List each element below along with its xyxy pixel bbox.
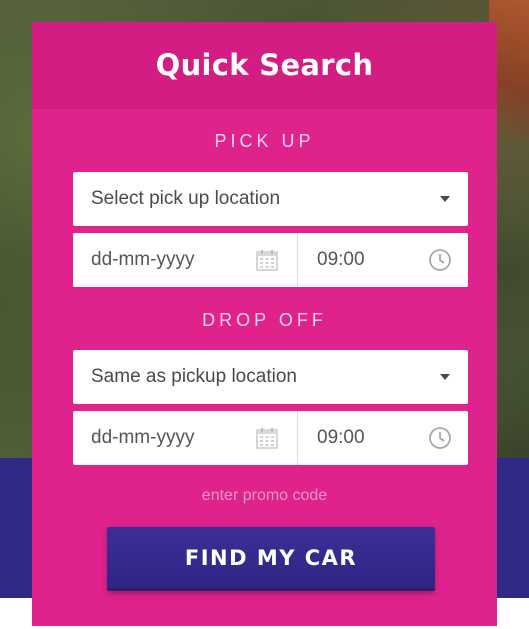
panel-header: Quick Search bbox=[32, 22, 497, 109]
dropoff-date-text: dd-mm-yyyy bbox=[91, 427, 195, 448]
dropoff-location-text: Same as pickup location bbox=[91, 366, 297, 387]
dropoff-time-input[interactable]: 09:00 bbox=[298, 411, 468, 465]
dropoff-datetime-row: dd-mm-yyyy 09:00 bbox=[73, 411, 468, 465]
clock-icon bbox=[429, 427, 451, 449]
pickup-datetime-row: dd-mm-yyyy 09:00 bbox=[73, 233, 468, 287]
pickup-date-text: dd-mm-yyyy bbox=[91, 249, 195, 270]
pickup-location-select[interactable]: Select pick up location bbox=[73, 172, 468, 226]
dropoff-date-input[interactable]: dd-mm-yyyy bbox=[73, 411, 298, 465]
dropoff-location-select[interactable]: Same as pickup location bbox=[73, 350, 468, 404]
promo-code-link[interactable]: enter promo code bbox=[32, 487, 497, 505]
find-my-car-button[interactable]: FIND MY CAR bbox=[107, 527, 435, 591]
pickup-time-input[interactable]: 09:00 bbox=[298, 233, 468, 287]
pickup-date-input[interactable]: dd-mm-yyyy bbox=[73, 233, 298, 287]
quick-search-panel: Quick Search PICK UP Select pick up loca… bbox=[32, 22, 497, 626]
dropoff-time-text: 09:00 bbox=[317, 427, 365, 448]
calendar-icon bbox=[256, 250, 278, 271]
chevron-down-icon bbox=[440, 374, 450, 380]
dropoff-section-label: DROP OFF bbox=[202, 310, 327, 330]
calendar-icon bbox=[256, 428, 278, 449]
clock-icon bbox=[429, 249, 451, 271]
pickup-section-label: PICK UP bbox=[214, 131, 315, 151]
pickup-location-text: Select pick up location bbox=[91, 188, 281, 209]
chevron-down-icon bbox=[440, 196, 450, 202]
pickup-time-text: 09:00 bbox=[317, 249, 365, 270]
panel-title: Quick Search bbox=[155, 48, 374, 82]
